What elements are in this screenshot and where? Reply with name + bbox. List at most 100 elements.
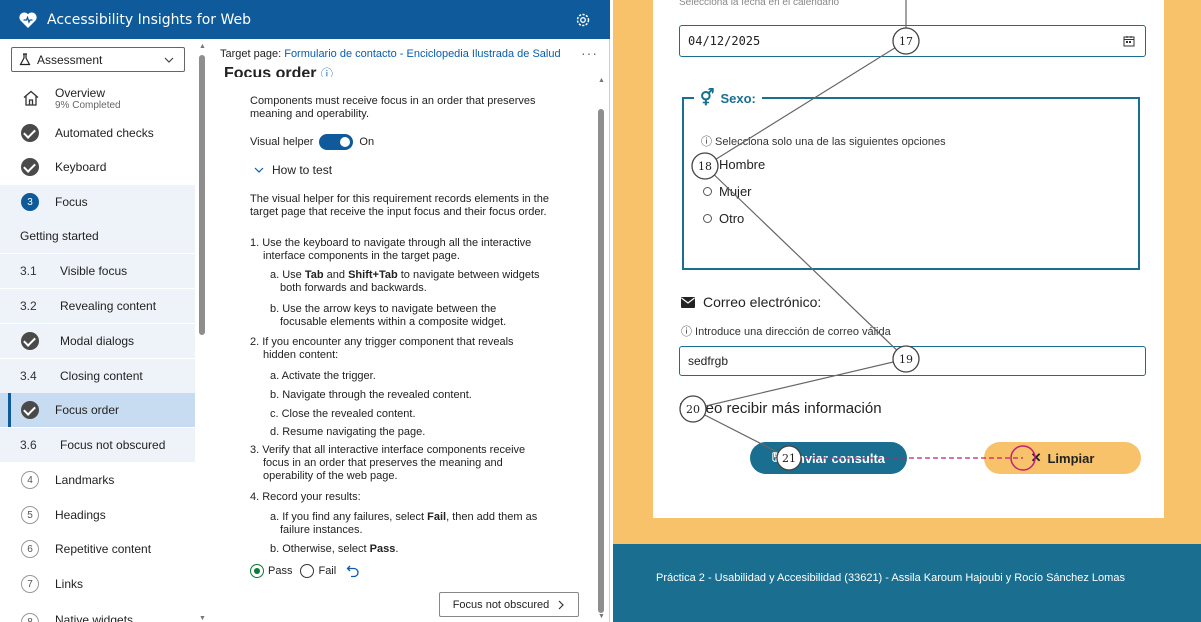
sidebar-item-label: Headings: [55, 508, 106, 522]
sidebar-item-keyboard[interactable]: Keyboard: [0, 150, 195, 184]
sidebar-item-visible-focus[interactable]: 3.1 Visible focus: [0, 254, 195, 288]
pass-keyword: Pass: [369, 543, 396, 555]
sidebar-item-label: Focus: [55, 195, 88, 209]
gear-icon[interactable]: [574, 11, 592, 29]
step-2c: c. Close the revealed content.: [270, 408, 416, 420]
scroll-down-arrow-icon[interactable]: ▼: [598, 613, 605, 620]
sidebar-item-focus-order[interactable]: Focus order: [0, 393, 195, 427]
sidebar-item-focus[interactable]: 3 Focus: [0, 185, 195, 219]
sidebar-scrollbar[interactable]: ▲ ▼: [199, 43, 206, 622]
visual-helper-state: On: [359, 136, 375, 148]
option-mujer[interactable]: Mujer: [703, 184, 752, 199]
calendar-icon[interactable]: [1123, 35, 1135, 47]
visual-helper-toggle[interactable]: [319, 134, 354, 150]
step-number-icon: 4: [21, 471, 39, 489]
clear-button-label: Limpiar: [1047, 450, 1095, 466]
sidebar-item-label: Automated checks: [55, 126, 154, 140]
how-to-test-intro: The visual helper for this requirement r…: [250, 193, 549, 218]
step-1b: b. Use the arrow keys to navigate betwee…: [270, 303, 507, 328]
visual-helper-row: Visual helper On: [250, 134, 374, 150]
how-to-test-label: How to test: [272, 163, 333, 177]
info-icon[interactable]: ⓘ: [321, 67, 333, 77]
requirement-panel: Target page: Formulario de contacto - En…: [208, 39, 608, 622]
target-page-row: Target page: Formulario de contacto - En…: [220, 48, 561, 60]
sidebar-item-revealing-content[interactable]: 3.2 Revealing content: [0, 289, 195, 323]
sidebar-item-headings[interactable]: 5 Headings: [0, 498, 195, 532]
sidebar-item-modal-dialogs[interactable]: Modal dialogs: [0, 324, 195, 358]
date-input[interactable]: 04/12/2025: [679, 25, 1146, 57]
sidebar-scroll-thumb[interactable]: [199, 55, 205, 335]
sub-step-number: 3.1: [20, 264, 37, 278]
email-input[interactable]: sedfrgb: [679, 346, 1146, 376]
sidebar-item-repetitive-content[interactable]: 6 Repetitive content: [0, 532, 195, 566]
sidebar-item-automated-checks[interactable]: Automated checks: [0, 116, 195, 150]
sidebar-item-closing-content[interactable]: 3.4 Closing content: [0, 359, 195, 393]
step-number-icon: 6: [21, 540, 39, 558]
accessibility-insights-pane: Accessibility Insights for Web Assessmen…: [0, 0, 610, 622]
target-page-link[interactable]: Formulario de contacto - Enciclopedia Il…: [284, 48, 560, 60]
step-number-icon: 7: [21, 575, 39, 593]
option-otro[interactable]: Otro: [703, 211, 744, 226]
footer-text: Práctica 2 - Usabilidad y Accesibilidad …: [656, 572, 1125, 584]
scroll-down-arrow-icon[interactable]: ▼: [199, 615, 206, 622]
newsletter-text: Deseo recibir más información: [679, 400, 882, 417]
check-circle-icon: [21, 124, 39, 142]
sidebar-item-landmarks[interactable]: 4 Landmarks: [0, 463, 195, 497]
fail-keyword: Fail: [427, 511, 447, 523]
eraser-icon: ✕: [1030, 450, 1042, 465]
how-to-test-toggle[interactable]: How to test: [254, 163, 332, 177]
step-number-icon: 5: [21, 506, 39, 524]
assessment-dropdown[interactable]: Assessment: [11, 47, 185, 72]
option-label: Mujer: [719, 184, 752, 199]
check-circle-icon: [21, 332, 39, 350]
sidebar-item-label: Focus order: [55, 403, 120, 417]
sidebar-item-native-widgets[interactable]: 8 Native widgets: [0, 601, 195, 622]
target-page-label: Target page:: [220, 48, 282, 60]
step-4a: a. If you find any failures, select Fail…: [270, 511, 550, 537]
fail-radio[interactable]: [300, 564, 315, 578]
envelope-icon: [681, 296, 695, 308]
heart-logo-icon: [19, 11, 37, 28]
option-label: Hombre: [719, 157, 766, 172]
clear-button[interactable]: ✕ Limpiar: [984, 442, 1141, 474]
flask-icon: [19, 53, 31, 66]
undo-icon[interactable]: [346, 564, 360, 578]
contact-form: Selecciona la fecha en el calendario 04/…: [653, 0, 1164, 518]
step-4b-text: b. Otherwise, select: [270, 543, 370, 555]
sub-step-number: 3.2: [20, 299, 37, 313]
requirement-heading-text: Focus order: [224, 65, 317, 77]
pass-radio[interactable]: [250, 564, 264, 578]
date-hint-cut: Selecciona la fecha en el calendario: [679, 0, 840, 8]
next-requirement-button[interactable]: Focus not obscured: [439, 592, 579, 617]
page-footer: Práctica 2 - Usabilidad y Accesibilidad …: [613, 544, 1201, 622]
step-1: 1. Use the keyboard to navigate through …: [250, 237, 532, 262]
radio-circle[interactable]: [703, 187, 712, 196]
radio-circle[interactable]: [703, 160, 712, 169]
assessment-dropdown-label: Assessment: [37, 52, 103, 67]
sidebar-item-focus-not-obscured[interactable]: 3.6 Focus not obscured: [0, 428, 195, 462]
sidebar-item-overview[interactable]: Overview 9% Completed: [0, 81, 195, 115]
gender-icon: ⚥: [700, 90, 715, 107]
main-scroll-thumb[interactable]: [598, 109, 604, 613]
more-options-icon[interactable]: ···: [581, 45, 598, 61]
newsletter-checkbox-label[interactable]: Deseo recibir más información: [679, 400, 882, 417]
sidebar-item-links[interactable]: 7 Links: [0, 567, 195, 601]
radio-circle[interactable]: [703, 214, 712, 223]
step-1a-text: and: [323, 269, 349, 281]
check-circle-icon: [21, 158, 39, 176]
check-circle-icon: [21, 401, 39, 419]
sidebar-item-label: Getting started: [20, 229, 99, 243]
sidebar-item-getting-started[interactable]: Getting started: [0, 219, 195, 253]
requirement-description: Components must receive focus in an orde…: [250, 95, 536, 120]
sidebar-item-label: Visible focus: [60, 264, 128, 278]
scroll-up-arrow-icon[interactable]: ▲: [199, 43, 206, 50]
sidebar-item-label: Links: [55, 577, 84, 591]
send-button[interactable]: 🖫 Enviar consulta: [750, 442, 907, 474]
email-value: sedfrgb: [688, 354, 729, 368]
email-label-text: Correo electrónico:: [703, 294, 822, 310]
main-scrollbar[interactable]: ▲ ▼: [597, 71, 605, 621]
option-hombre[interactable]: Hombre: [703, 157, 765, 172]
sexo-legend-label: Sexo:: [720, 90, 756, 106]
step-number-icon: 8: [21, 613, 39, 622]
scroll-up-arrow-icon[interactable]: ▲: [598, 77, 605, 84]
